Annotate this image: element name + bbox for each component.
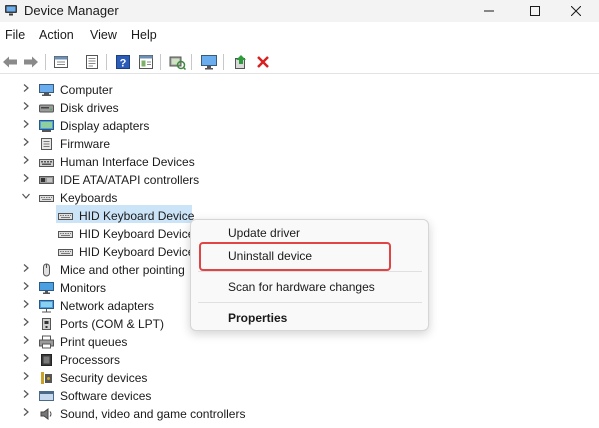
- scan-hardware-button[interactable]: [167, 52, 187, 72]
- update-driver-button[interactable]: [231, 52, 251, 72]
- display-adapter-icon: [39, 120, 54, 132]
- printer-icon: [39, 335, 54, 349]
- monitor-icon: [201, 55, 217, 70]
- forward-button[interactable]: [21, 52, 41, 72]
- chevron-right-icon[interactable]: [21, 101, 31, 111]
- security-icon: [41, 372, 52, 384]
- minimize-button[interactable]: [466, 0, 512, 22]
- tree-item-sound-controllers[interactable]: Sound, video and game controllers: [0, 403, 300, 421]
- view-icon: [139, 55, 153, 69]
- keyboard-icon: [58, 231, 73, 238]
- tree-item-disk-drives[interactable]: Disk drives: [0, 97, 300, 115]
- uninstall-button[interactable]: [253, 52, 273, 72]
- tree-item-software-devices[interactable]: Software devices: [0, 385, 300, 403]
- keyboard-icon: [58, 249, 73, 256]
- context-scan-hardware[interactable]: Scan for hardware changes: [228, 280, 375, 294]
- close-icon: [571, 6, 581, 16]
- context-separator: [198, 271, 422, 272]
- processor-icon: [41, 354, 52, 366]
- chevron-right-icon[interactable]: [21, 137, 31, 147]
- disk-icon: [39, 104, 54, 113]
- chevron-right-icon[interactable]: [21, 371, 31, 381]
- menu-help[interactable]: Help: [131, 28, 157, 42]
- chevron-down-icon[interactable]: [21, 191, 31, 201]
- computer-icon: [39, 84, 54, 96]
- keyboard-icon: [39, 195, 54, 202]
- toolbar: ?: [0, 50, 599, 74]
- context-menu: Update driver Uninstall device Scan for …: [190, 219, 429, 331]
- context-properties[interactable]: Properties: [228, 311, 287, 325]
- menu-view[interactable]: View: [90, 28, 117, 42]
- tree-item-security-devices[interactable]: Security devices: [0, 367, 300, 385]
- window-title: Device Manager: [24, 3, 119, 18]
- chevron-right-icon[interactable]: [21, 119, 31, 129]
- chevron-right-icon[interactable]: [21, 407, 31, 417]
- chevron-right-icon[interactable]: [21, 173, 31, 183]
- menu-bar: File Action View Help: [0, 27, 599, 47]
- view-button[interactable]: [136, 52, 156, 72]
- back-button[interactable]: [0, 52, 20, 72]
- chevron-right-icon[interactable]: [21, 299, 31, 309]
- help-icon: ?: [116, 55, 130, 70]
- back-icon: [3, 56, 17, 68]
- context-update-driver[interactable]: Update driver: [228, 226, 300, 240]
- properties-icon: [54, 56, 68, 68]
- chevron-right-icon[interactable]: [21, 155, 31, 165]
- tree-item-keyboards[interactable]: Keyboards: [0, 187, 300, 205]
- tree-item-human-interface-devices[interactable]: Human Interface Devices: [0, 151, 300, 169]
- keyboard-icon: [58, 213, 73, 220]
- uninstall-icon: [257, 56, 269, 68]
- chevron-right-icon[interactable]: [21, 353, 31, 363]
- software-icon: [39, 391, 54, 401]
- help-button[interactable]: ?: [113, 52, 133, 72]
- chevron-right-icon[interactable]: [21, 281, 31, 291]
- chevron-right-icon[interactable]: [21, 335, 31, 345]
- forward-icon: [24, 56, 38, 68]
- chevron-right-icon[interactable]: [21, 317, 31, 327]
- monitor-button[interactable]: [199, 52, 219, 72]
- close-button[interactable]: [553, 0, 599, 22]
- mouse-icon: [43, 263, 50, 277]
- title-bar: Device Manager: [0, 0, 599, 22]
- menu-action[interactable]: Action: [39, 28, 74, 42]
- uninstall-highlight-box: [199, 242, 391, 271]
- svg-text:?: ?: [120, 58, 127, 70]
- tree-item-processors[interactable]: Processors: [0, 349, 300, 367]
- firmware-icon: [41, 138, 52, 150]
- details-button[interactable]: [82, 52, 102, 72]
- tree-item-print-queues[interactable]: Print queues: [0, 331, 300, 349]
- minimize-icon: [484, 10, 494, 12]
- context-separator: [198, 302, 422, 303]
- maximize-button[interactable]: [512, 0, 558, 22]
- port-icon: [42, 318, 51, 330]
- properties-button[interactable]: [51, 52, 71, 72]
- chevron-right-icon[interactable]: [21, 389, 31, 399]
- tree-item-label: Sound, video and game controllers: [60, 407, 246, 421]
- scan-icon: [169, 56, 186, 70]
- tree-item-firmware[interactable]: Firmware: [0, 133, 300, 151]
- tree-item-computer[interactable]: Computer: [0, 79, 300, 97]
- network-icon: [39, 300, 54, 313]
- update-driver-icon: [235, 55, 246, 69]
- maximize-icon: [530, 6, 540, 16]
- device-manager-icon: [5, 5, 17, 16]
- sound-icon: [40, 408, 52, 420]
- tree-item-ide-controllers[interactable]: IDE ATA/ATAPI controllers: [0, 169, 300, 187]
- menu-file[interactable]: File: [5, 28, 25, 42]
- chevron-right-icon[interactable]: [21, 83, 31, 93]
- monitor-icon: [39, 282, 54, 294]
- chevron-right-icon[interactable]: [21, 263, 31, 273]
- ide-icon: [39, 176, 54, 184]
- tree-item-display-adapters[interactable]: Display adapters: [0, 115, 300, 133]
- hid-icon: [39, 159, 54, 167]
- details-icon: [86, 55, 98, 69]
